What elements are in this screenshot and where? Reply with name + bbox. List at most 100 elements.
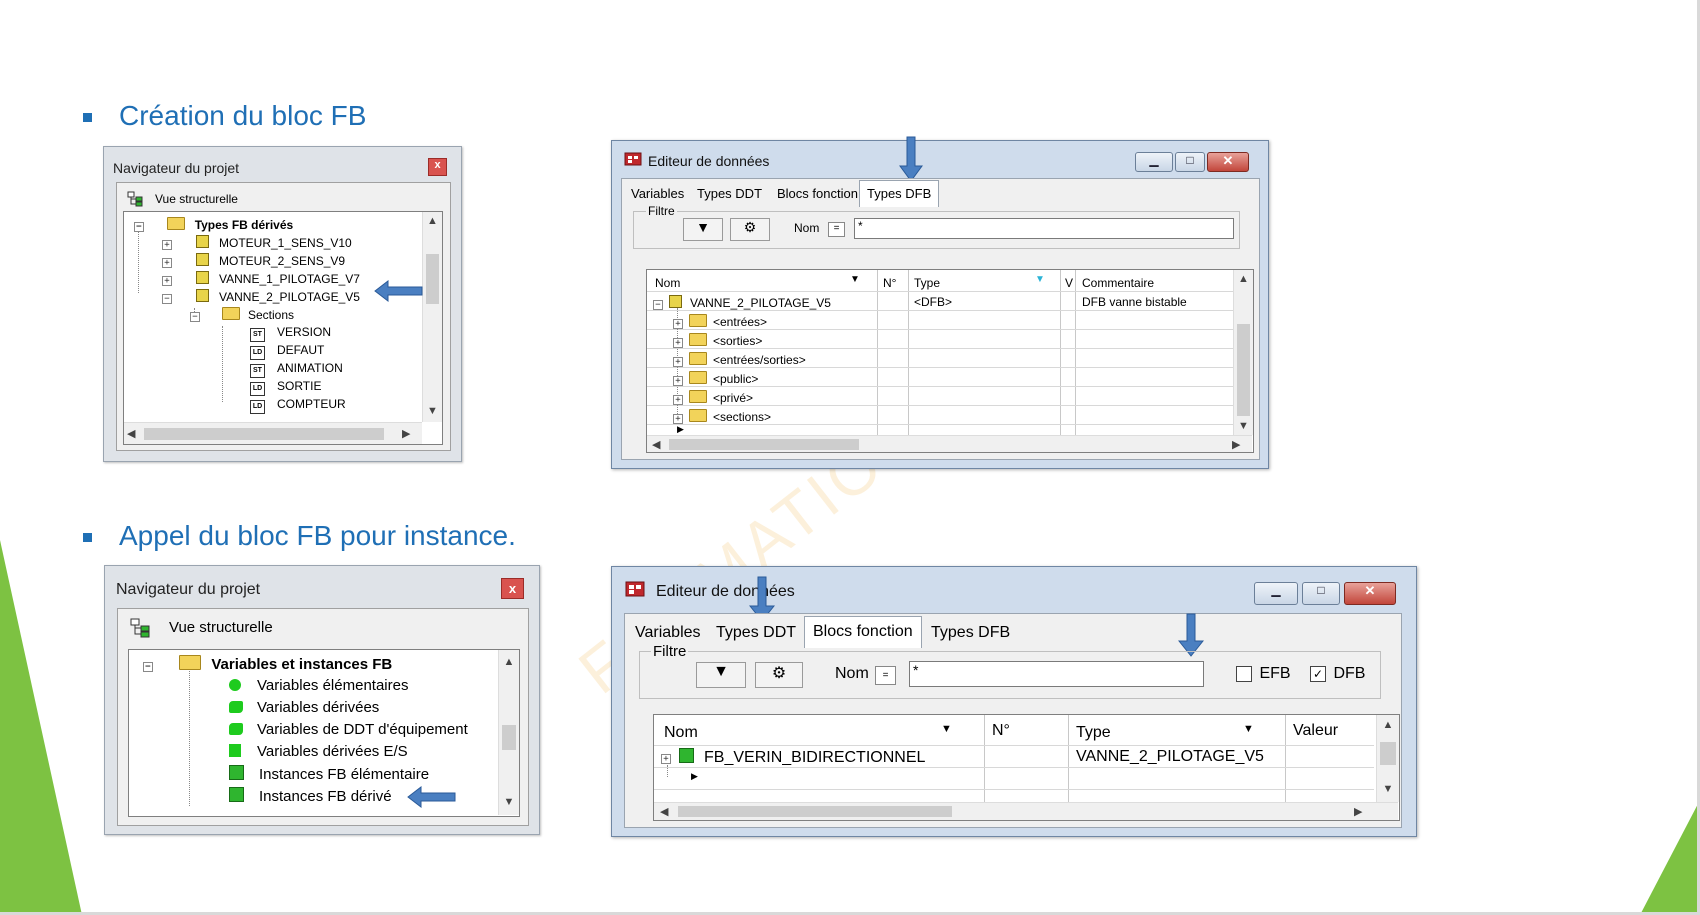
scroll-down-icon[interactable]: ▼ [423, 405, 442, 417]
expand-icon[interactable]: + [162, 258, 172, 268]
list-item[interactable]: + <public> [673, 371, 758, 386]
equals-button[interactable]: = [875, 666, 896, 685]
horizontal-scrollbar[interactable]: ◀ ▶ [654, 802, 1398, 820]
tree-node-types-fb-derives[interactable]: − Types FB dérivés [134, 217, 293, 232]
tree-node-dfb-type[interactable]: + MOTEUR_2_SENS_V9 [162, 253, 345, 268]
filter-settings-button[interactable]: ⚙ [755, 662, 803, 688]
scroll-down-icon[interactable]: ▼ [499, 796, 519, 808]
scroll-thumb[interactable] [669, 439, 859, 450]
expand-icon[interactable]: + [673, 357, 683, 367]
tree-node-category[interactable]: Variables dérivées E/S [229, 743, 408, 760]
tree-node-section[interactable]: LD SORTIE [250, 379, 321, 396]
minimize-button[interactable]: ▁ [1254, 582, 1298, 605]
scroll-down-icon[interactable]: ▼ [1377, 783, 1399, 795]
filter-settings-button[interactable]: ⚙ [730, 218, 770, 241]
expand-icon[interactable]: + [673, 414, 683, 424]
scroll-left-icon[interactable]: ◀ [127, 427, 135, 440]
scroll-thumb[interactable] [1237, 324, 1250, 416]
equals-button[interactable]: = [828, 222, 845, 237]
tab-types-dfb[interactable]: Types DFB [924, 621, 1017, 645]
column-header-type[interactable]: Type [1076, 724, 1111, 742]
efb-checkbox-box[interactable] [1236, 665, 1252, 682]
sort-icon[interactable]: ▼ [1243, 723, 1254, 735]
vertical-scrollbar[interactable]: ▲ ▼ [1233, 270, 1253, 435]
tree-node-dfb-type[interactable]: − VANNE_2_PILOTAGE_V5 [162, 289, 360, 304]
horizontal-scrollbar[interactable]: ◀ ▶ [124, 422, 422, 444]
tree-node-dfb-type[interactable]: + VANNE_1_PILOTAGE_V7 [162, 271, 360, 286]
name-filter-input[interactable]: * [909, 661, 1204, 687]
sort-icon[interactable]: ▼ [1035, 274, 1045, 285]
scroll-up-icon[interactable]: ▲ [1377, 719, 1399, 731]
scroll-right-icon[interactable]: ▶ [1354, 805, 1362, 818]
scroll-thumb[interactable] [678, 806, 952, 817]
tree-node-category[interactable]: Variables dérivées [229, 699, 379, 716]
tree-node-sections[interactable]: − Sections [190, 307, 294, 322]
table-row[interactable]: + FB_VERIN_BIDIRECTIONNEL [661, 748, 925, 767]
dfb-checkbox[interactable]: ✓ DFB [1310, 665, 1365, 683]
efb-checkbox[interactable]: EFB [1236, 665, 1291, 683]
vertical-scrollbar[interactable]: ▲ ▼ [498, 650, 519, 815]
collapse-icon[interactable]: − [653, 300, 663, 310]
tree-node-category[interactable]: Variables élémentaires [229, 677, 408, 694]
scroll-right-icon[interactable]: ▶ [402, 427, 410, 440]
expand-icon[interactable]: + [673, 319, 683, 329]
column-header-valeur[interactable]: Valeur [1293, 722, 1338, 740]
list-item[interactable]: + <privé> [673, 390, 753, 405]
expand-icon[interactable]: + [661, 754, 671, 764]
tab-blocs-fonction[interactable]: Blocs fonction [771, 183, 864, 204]
expand-icon[interactable]: + [673, 395, 683, 405]
scroll-left-icon[interactable]: ◀ [652, 438, 660, 451]
minimize-button[interactable]: ▁ [1135, 152, 1173, 172]
tree-node-category[interactable]: Instances FB dérivé [229, 787, 392, 805]
column-header-commentaire[interactable]: Commentaire [1082, 276, 1154, 290]
scroll-down-icon[interactable]: ▼ [1234, 420, 1253, 432]
vertical-scrollbar[interactable]: ▲ ▼ [422, 212, 442, 422]
tree-node-section[interactable]: LD DEFAUT [250, 343, 324, 360]
close-button[interactable]: ✕ [1344, 582, 1396, 605]
dfb-checkbox-box[interactable]: ✓ [1310, 665, 1326, 682]
name-filter-input[interactable]: * [854, 218, 1234, 239]
vertical-scrollbar[interactable]: ▲ ▼ [1376, 715, 1399, 802]
scroll-thumb[interactable] [1380, 742, 1396, 765]
column-header-nom[interactable]: Nom [655, 276, 680, 290]
tree-node-category[interactable]: Variables de DDT d'équipement [229, 721, 468, 738]
scroll-left-icon[interactable]: ◀ [660, 805, 668, 818]
tree-node-dfb-type[interactable]: + MOTEUR_1_SENS_V10 [162, 235, 352, 250]
column-header-type[interactable]: Type [914, 276, 940, 290]
tab-types-ddt[interactable]: Types DDT [691, 183, 768, 204]
expand-icon[interactable]: + [162, 276, 172, 286]
scroll-up-icon[interactable]: ▲ [499, 656, 519, 668]
horizontal-scrollbar[interactable]: ◀ ▶ [647, 435, 1252, 452]
list-item[interactable]: + <sections> [673, 409, 771, 424]
tree-node-category[interactable]: Instances FB élémentaire [229, 765, 429, 783]
list-item[interactable]: + <entrées> [673, 314, 767, 329]
scroll-thumb[interactable] [426, 254, 439, 304]
scroll-up-icon[interactable]: ▲ [423, 215, 442, 227]
scroll-thumb[interactable] [502, 725, 516, 750]
tab-types-dfb[interactable]: Types DFB [859, 180, 940, 207]
collapse-icon[interactable]: − [134, 222, 144, 232]
maximize-button[interactable]: □ [1175, 152, 1205, 172]
close-button[interactable]: x [428, 158, 447, 176]
expand-icon[interactable]: + [673, 376, 683, 386]
column-header-no[interactable]: N° [883, 276, 896, 290]
collapse-icon[interactable]: − [143, 662, 153, 672]
tab-variables[interactable]: Variables [625, 183, 690, 204]
tree-node-variables-instances[interactable]: − Variables et instances FB [143, 655, 392, 673]
table-row[interactable]: − VANNE_2_PILOTAGE_V5 [653, 295, 831, 310]
tab-variables[interactable]: Variables [628, 621, 708, 645]
expand-icon[interactable]: + [673, 338, 683, 348]
expand-icon[interactable]: + [162, 240, 172, 250]
collapse-icon[interactable]: − [162, 294, 172, 304]
tree-node-section[interactable]: LD COMPTEUR [250, 397, 346, 414]
tab-types-ddt[interactable]: Types DDT [709, 621, 803, 645]
sort-icon[interactable]: ▼ [941, 723, 952, 735]
column-header-v[interactable]: V [1065, 276, 1073, 290]
tree-node-section[interactable]: ST VERSION [250, 325, 331, 342]
collapse-icon[interactable]: − [190, 312, 200, 322]
filter-button[interactable]: ▼ [683, 218, 723, 241]
new-row-icon[interactable]: ▶ [691, 771, 698, 782]
column-header-no[interactable]: N° [992, 722, 1010, 740]
column-header-nom[interactable]: Nom [664, 724, 698, 742]
maximize-button[interactable]: □ [1302, 582, 1340, 605]
